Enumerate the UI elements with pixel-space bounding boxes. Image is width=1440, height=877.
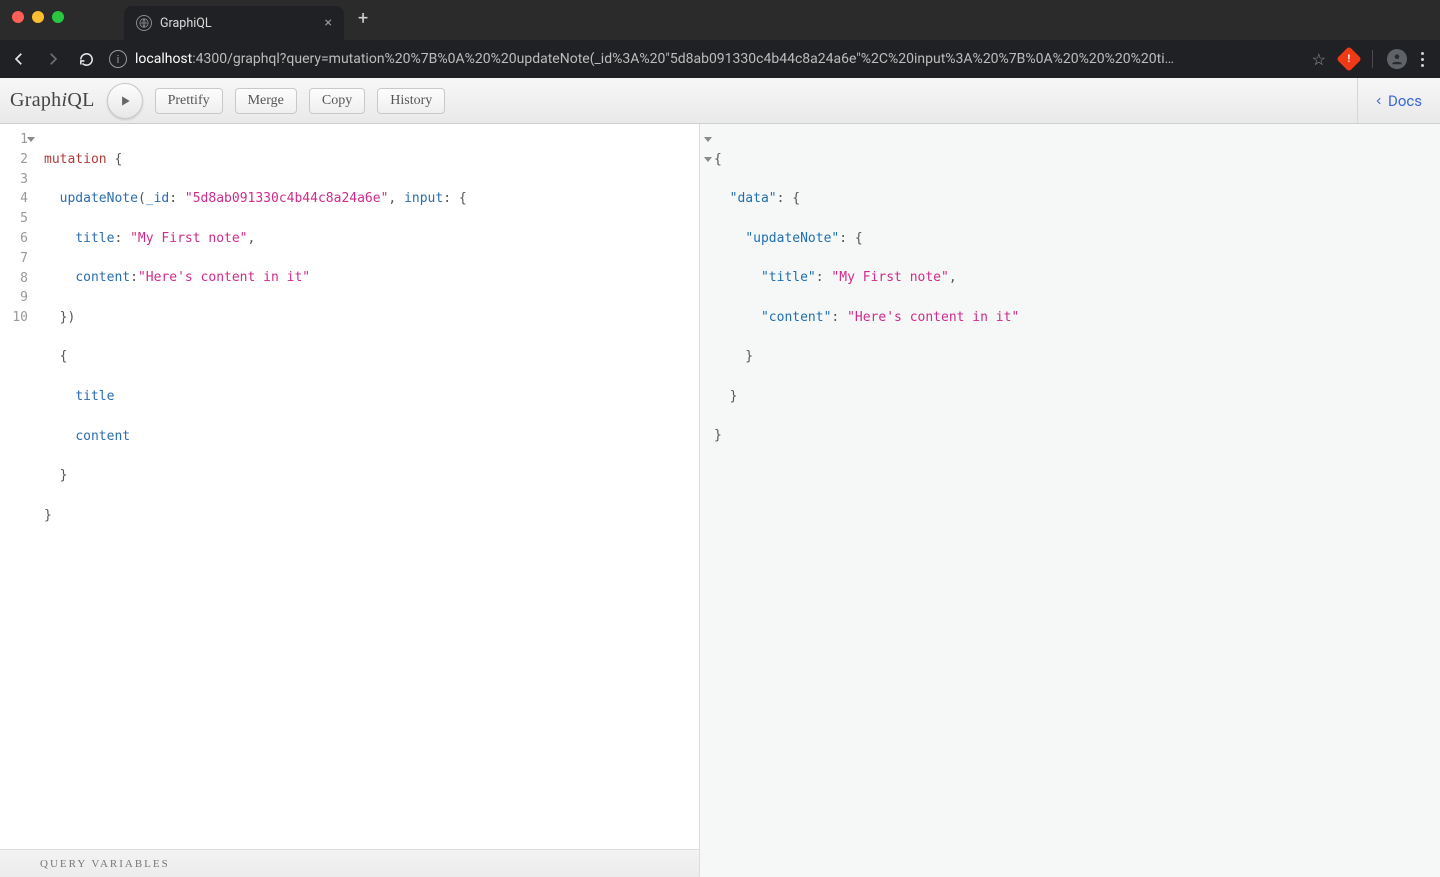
fold-arrow-icon[interactable] <box>704 137 712 142</box>
window-fullscreen-button[interactable] <box>52 11 64 23</box>
reload-button[interactable] <box>78 51 95 68</box>
url-input[interactable]: i localhost:4300/graphql?query=mutation%… <box>109 50 1298 68</box>
browser-tab-strip: GraphiQL × + <box>0 0 1440 40</box>
history-button[interactable]: History <box>377 88 445 114</box>
browser-tab-active[interactable]: GraphiQL × <box>124 6 344 40</box>
query-editor[interactable]: 1 2 3 4 5 6 7 8 9 10 mutation { updateNo… <box>0 124 699 849</box>
url-text: localhost:4300/graphql?query=mutation%20… <box>135 51 1174 67</box>
bookmark-star-icon[interactable]: ☆ <box>1312 50 1326 69</box>
toolbar-divider <box>1372 50 1373 68</box>
tab-close-icon[interactable]: × <box>325 15 332 31</box>
browser-address-bar: i localhost:4300/graphql?query=mutation%… <box>0 40 1440 78</box>
result-viewer[interactable]: { "data": { "updateNote": { "title": "My… <box>700 124 1440 492</box>
fold-arrow-icon[interactable] <box>704 157 712 162</box>
back-button[interactable] <box>10 50 28 68</box>
play-icon <box>118 94 132 108</box>
window-controls <box>12 11 64 23</box>
new-tab-button[interactable]: + <box>344 8 382 29</box>
globe-icon <box>136 15 152 31</box>
profile-avatar-icon[interactable] <box>1387 49 1407 69</box>
docs-toggle[interactable]: Docs <box>1357 78 1430 123</box>
query-code[interactable]: mutation { updateNote(_id: "5d8ab091330c… <box>36 124 475 849</box>
site-info-icon[interactable]: i <box>109 50 127 68</box>
graphiql-app: GraphiQL Prettify Merge Copy History Doc… <box>0 78 1440 877</box>
browser-menu-icon[interactable] <box>1421 52 1424 67</box>
graphiql-logo: GraphiQL <box>10 89 95 112</box>
window-minimize-button[interactable] <box>32 11 44 23</box>
window-close-button[interactable] <box>12 11 24 23</box>
copy-button[interactable]: Copy <box>309 88 365 114</box>
extension-badge-icon[interactable]: ! <box>1336 46 1361 71</box>
fold-arrow-icon[interactable] <box>27 137 35 142</box>
chevron-left-icon <box>1374 94 1384 108</box>
docs-label: Docs <box>1388 92 1422 110</box>
tab-title: GraphiQL <box>160 16 212 31</box>
query-variables-label: Query Variables <box>40 858 170 870</box>
query-variables-bar[interactable]: Query Variables <box>0 849 699 877</box>
execute-button[interactable] <box>107 83 143 119</box>
result-fold-gutter <box>703 130 713 288</box>
result-pane: { "data": { "updateNote": { "title": "My… <box>700 124 1440 877</box>
merge-button[interactable]: Merge <box>235 88 297 114</box>
query-editor-pane: 1 2 3 4 5 6 7 8 9 10 mutation { updateNo… <box>0 124 700 877</box>
forward-button[interactable] <box>44 50 62 68</box>
prettify-button[interactable]: Prettify <box>155 88 223 114</box>
fold-gutter <box>26 130 36 328</box>
graphiql-toolbar: GraphiQL Prettify Merge Copy History Doc… <box>0 78 1440 124</box>
